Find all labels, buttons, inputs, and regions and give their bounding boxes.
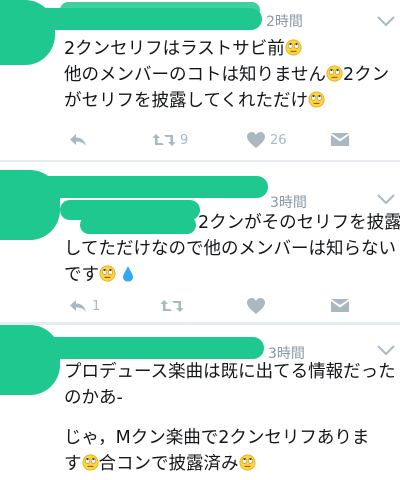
redaction-mask (30, 176, 268, 198)
retweet-button[interactable]: 9 (152, 132, 188, 148)
tweet-timestamp[interactable]: 3時間 (270, 192, 307, 212)
chevron-down-icon[interactable] (376, 343, 396, 357)
chevron-down-icon[interactable] (376, 14, 396, 28)
tweet-card-3[interactable]: 3時間 プロデュース楽曲は既に出てる情報だった のかあ- じゃ，Mクン楽曲で2ク… (0, 325, 400, 480)
tweet-card-2[interactable]: 3時間 2クンがそのセリフを披露 してただけなので他のメンバーは知らない です … (0, 162, 400, 322)
reply-button[interactable] (68, 132, 88, 148)
rolling-eyes-emoji (308, 91, 325, 108)
message-button[interactable] (330, 132, 350, 148)
rolling-eyes-emoji (82, 454, 99, 471)
message-button[interactable] (330, 298, 350, 314)
retweet-icon (160, 298, 184, 314)
message-icon (330, 298, 350, 314)
reply-count: 1 (92, 298, 101, 314)
rolling-eyes-emoji (239, 454, 256, 471)
message-icon (330, 132, 350, 148)
retweet-count: 9 (180, 132, 189, 148)
tweet-timestamp[interactable]: 2時間 (266, 11, 303, 31)
redaction-mask (38, 337, 264, 359)
rolling-eyes-emoji (326, 65, 343, 82)
redaction-mask (0, 325, 60, 395)
reply-icon (68, 298, 88, 314)
like-icon (246, 131, 266, 149)
rolling-eyes-emoji (285, 39, 302, 56)
like-count: 26 (270, 132, 287, 148)
retweet-icon (152, 132, 176, 148)
droplet-emoji (122, 266, 133, 282)
like-button[interactable] (246, 297, 266, 315)
retweet-button[interactable] (160, 298, 184, 314)
rolling-eyes-emoji (99, 265, 116, 282)
tweet-text: 2クンがそのセリフを披露 してただけなので他のメンバーは知らない です (64, 213, 400, 285)
like-button[interactable]: 26 (246, 131, 287, 149)
like-icon (246, 297, 266, 315)
tweet-text: プロデュース楽曲は既に出てる情報だった のかあ- じゃ，Mクン楽曲で2クンセリフ… (64, 362, 396, 474)
reply-icon (68, 132, 88, 148)
tweet-text: 2クンセリフはラストサビ前 他のメンバーのコトは知りません 2クン がセリフを披露… (64, 39, 390, 111)
reply-button[interactable]: 1 (68, 298, 100, 314)
chevron-down-icon[interactable] (376, 192, 396, 206)
tweet-card-1[interactable]: 2時間 2クンセリフはラストサビ前 他のメンバーのコトは知りません 2クン がセリ… (0, 0, 400, 160)
redaction-mask (60, 2, 260, 18)
